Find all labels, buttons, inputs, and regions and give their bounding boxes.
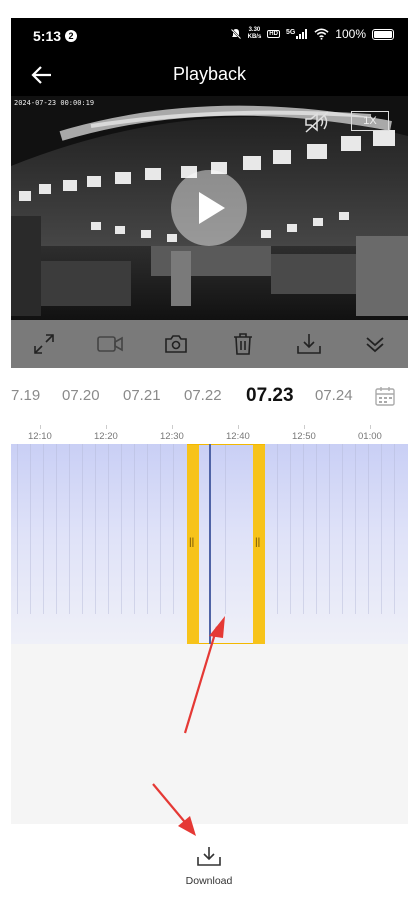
notification-badge: 2 xyxy=(65,30,77,42)
grip-icon: || xyxy=(189,537,195,548)
fullscreen-button[interactable] xyxy=(27,327,61,361)
time-tick: 12:50 xyxy=(292,425,316,442)
speaker-muted-icon[interactable] xyxy=(303,110,331,134)
battery-icon xyxy=(372,28,394,40)
date-selector: 7.19 07.20 07.21 07.22 07.23 07.24 xyxy=(11,368,408,424)
video-timestamp: 2024-07-23 00:00:19 xyxy=(14,99,95,107)
network-type: 5G xyxy=(285,29,296,36)
page-title: Playback xyxy=(172,64,247,84)
date-item-selected[interactable]: 07.23 xyxy=(246,385,294,407)
app-bar: Playback xyxy=(11,54,408,96)
signal-icon xyxy=(296,29,308,39)
fullscreen-icon xyxy=(34,334,54,354)
date-item[interactable]: 07.20 xyxy=(62,387,100,404)
clip-end-handle[interactable]: || xyxy=(253,445,265,644)
download-label: Download xyxy=(185,875,233,887)
date-item[interactable]: 07.21 xyxy=(123,387,161,404)
play-button[interactable] xyxy=(171,170,247,246)
status-icons: 3.30 KB/s HD 5G 100% xyxy=(230,27,394,41)
date-item[interactable]: 7.19 xyxy=(11,387,40,404)
trash-icon xyxy=(233,333,252,355)
download-icon xyxy=(197,847,221,866)
signal: 5G xyxy=(286,29,308,39)
battery-percent: 100% xyxy=(335,27,366,41)
calendar-icon[interactable] xyxy=(374,385,396,407)
time-tick: 12:10 xyxy=(28,425,52,442)
play-icon xyxy=(199,192,225,224)
hd-icon: HD xyxy=(267,30,280,38)
download-toolbar-button[interactable] xyxy=(292,327,326,361)
record-button[interactable] xyxy=(93,327,127,361)
video-player[interactable]: 2024-07-23 00:00:19 1X xyxy=(11,96,408,320)
status-bar: 5:13 2 3.30 KB/s HD 5G 100% xyxy=(11,18,408,54)
date-item[interactable]: 07.24 xyxy=(315,387,353,404)
timeline-lower-area xyxy=(11,644,408,824)
status-time: 5:13 xyxy=(33,28,62,44)
net-speed-unit: KB/s xyxy=(247,34,262,40)
timeline-track[interactable]: || || xyxy=(11,444,408,644)
time-tick: 12:40 xyxy=(226,425,250,442)
bottom-bar: Download xyxy=(11,824,408,901)
time-tick: 12:30 xyxy=(160,425,184,442)
mute-bell-icon xyxy=(230,28,241,40)
grip-icon: || xyxy=(255,537,261,548)
time-tick: 12:20 xyxy=(94,425,118,442)
wifi-icon xyxy=(314,28,329,40)
app-screen: 5:13 2 3.30 KB/s HD 5G 100% Playback 202… xyxy=(11,18,408,901)
video-toolbar xyxy=(11,320,408,368)
download-icon xyxy=(296,334,321,354)
delete-button[interactable] xyxy=(226,327,260,361)
clip-start-handle[interactable]: || xyxy=(187,445,199,644)
playhead[interactable] xyxy=(209,444,211,644)
camera-icon xyxy=(165,335,188,353)
clip-selection[interactable]: || || xyxy=(187,444,265,644)
playback-speed-button[interactable]: 1X xyxy=(351,111,389,131)
net-speed: 3.30 KB/s xyxy=(248,27,262,41)
download-button[interactable]: Download xyxy=(169,836,249,892)
net-speed-value: 3.30 xyxy=(248,27,261,33)
video-camera-icon xyxy=(97,336,124,352)
snapshot-button[interactable] xyxy=(159,327,193,361)
time-tick: 01:00 xyxy=(358,425,382,442)
date-item[interactable]: 07.22 xyxy=(184,387,222,404)
double-chevron-down-icon xyxy=(366,337,384,353)
collapse-button[interactable] xyxy=(358,327,392,361)
